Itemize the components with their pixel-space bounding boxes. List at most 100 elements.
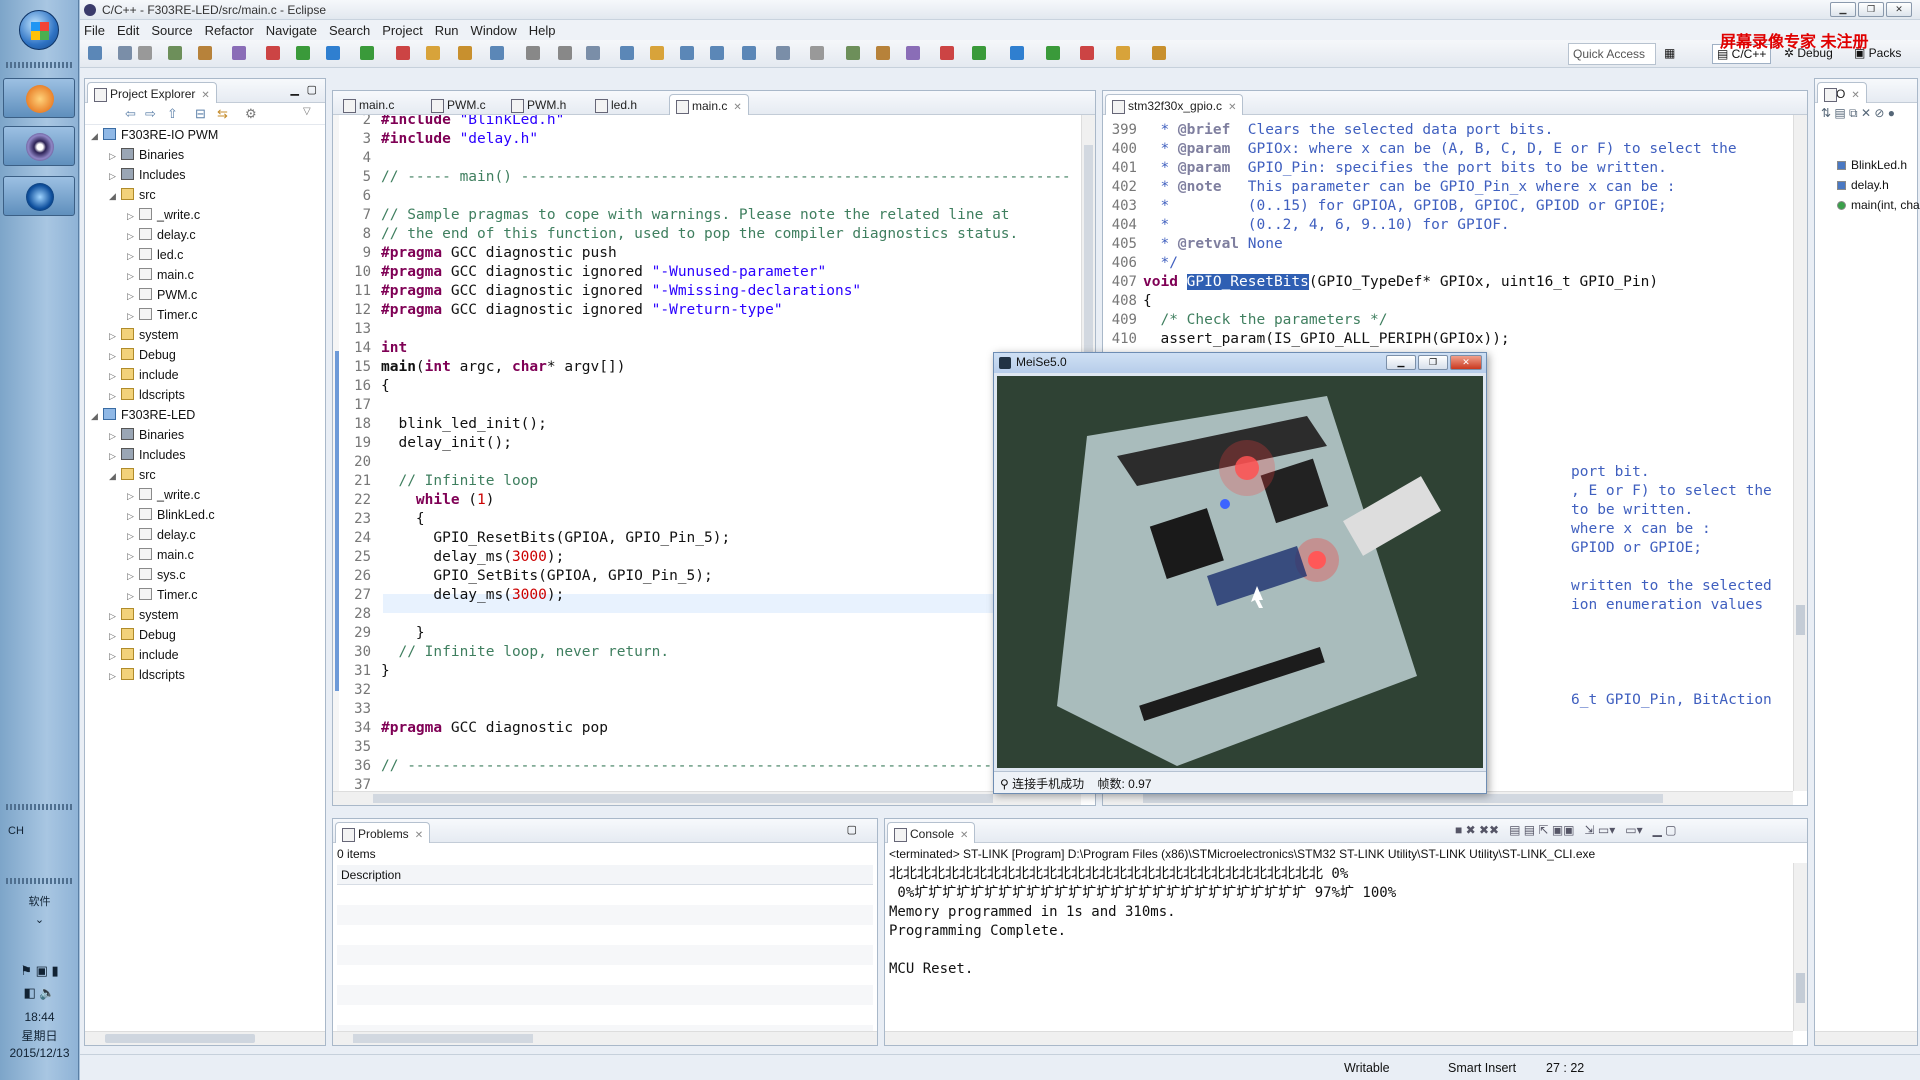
toolbar-button-icon[interactable] xyxy=(586,46,600,60)
code-line[interactable]: GPIO_SetBits(GPIOA, GPIO_Pin_5); xyxy=(381,567,712,586)
quick-access-input[interactable]: Quick Access xyxy=(1568,43,1656,65)
toolbar-button-icon[interactable] xyxy=(526,46,540,60)
code-area-left[interactable]: 2 #include "BlinkLed.h" 3 #include "delay.h… xyxy=(333,115,1095,791)
toolbar-button-icon[interactable] xyxy=(138,46,152,60)
code-line[interactable]: GPIO_ResetBits(GPIOA, GPIO_Pin_5); xyxy=(381,529,730,548)
minimize-view-icon[interactable]: ▁ xyxy=(291,83,299,96)
collapsed-arrow-icon[interactable]: ▷ xyxy=(109,366,121,386)
collapsed-arrow-icon[interactable]: ▷ xyxy=(127,526,139,546)
code-line[interactable]: * @retval None xyxy=(1143,235,1282,254)
code-line[interactable]: #pragma GCC diagnostic ignored "-Wunused… xyxy=(381,263,826,282)
toolbar-button-icon[interactable] xyxy=(710,46,724,60)
code-line-partial[interactable]: GPIOD or GPIOE; xyxy=(1571,539,1702,558)
toolbar-button-icon[interactable] xyxy=(650,46,664,60)
collapsed-arrow-icon[interactable]: ▷ xyxy=(127,306,139,326)
maximize-view-icon[interactable]: ▢ xyxy=(307,83,317,96)
toolbar-button-icon[interactable] xyxy=(972,46,986,60)
maximize-button[interactable]: ❐ xyxy=(1858,2,1884,17)
tree-item[interactable]: ▷ Timer.c xyxy=(127,585,198,605)
meise-window[interactable]: MeiSe5.0 ▁ ❐ ✕ ⚲ 连接手机成功 帧数: 0.97 xyxy=(993,352,1487,794)
back-arrow-icon[interactable]: ⇦ xyxy=(125,106,136,122)
toolbar-button-icon[interactable] xyxy=(742,46,756,60)
collapsed-arrow-icon[interactable]: ▷ xyxy=(127,486,139,506)
code-line[interactable]: // -------------------------------------… xyxy=(381,757,1071,776)
tree-item[interactable]: ▷ Debug xyxy=(109,345,176,365)
collapsed-arrow-icon[interactable]: ▷ xyxy=(127,586,139,606)
status-insert-mode[interactable]: Smart Insert xyxy=(1448,1061,1516,1075)
collapsed-arrow-icon[interactable]: ▷ xyxy=(127,226,139,246)
collapsed-arrow-icon[interactable]: ▷ xyxy=(109,346,121,366)
tree-item[interactable]: ▷ PWM.c xyxy=(127,285,197,305)
code-line[interactable]: #include "delay.h" xyxy=(381,130,538,149)
code-line-partial[interactable]: to be written. xyxy=(1571,501,1693,520)
expanded-arrow-icon[interactable]: ◢ xyxy=(91,406,103,426)
tree-item[interactable]: ▷ ldscripts xyxy=(109,385,185,405)
code-line[interactable]: * @param GPIOx: where x can be (A, B, C,… xyxy=(1143,140,1736,159)
tab-console[interactable]: Console ✕ xyxy=(887,822,976,843)
forward-arrow-icon[interactable]: ⇨ xyxy=(145,106,156,122)
open-perspective-icon[interactable]: ▦ xyxy=(1660,44,1680,64)
language-indicator[interactable]: CH xyxy=(0,825,79,837)
code-line[interactable]: #pragma GCC diagnostic ignored "-Wmissin… xyxy=(381,282,861,301)
tab-led-h[interactable]: led.h xyxy=(589,94,643,115)
tree-item[interactable]: ▷ led.c xyxy=(127,245,183,265)
code-line[interactable]: * @brief Clears the selected data port b… xyxy=(1143,121,1553,140)
tab-main-c[interactable]: main.c xyxy=(337,94,400,115)
editor-left-hscroll[interactable] xyxy=(333,791,1081,805)
chevron-down-icon[interactable]: ⌄ xyxy=(0,913,79,926)
code-line[interactable]: // Sample pragmas to cope with warnings.… xyxy=(381,206,1010,225)
tree-item[interactable]: ▷ delay.c xyxy=(127,525,196,545)
filter-icon[interactable]: ⚙ xyxy=(245,106,257,122)
code-line-partial[interactable]: , E or F) to select the xyxy=(1571,482,1772,501)
collapsed-arrow-icon[interactable]: ▷ xyxy=(127,566,139,586)
tree-item[interactable]: ◢ F303RE-IO PWM xyxy=(91,125,218,145)
toolbar-button-icon[interactable] xyxy=(1010,46,1024,60)
menu-run[interactable]: Run xyxy=(435,23,459,38)
code-line[interactable]: #pragma GCC diagnostic ignored "-Wreturn… xyxy=(381,301,783,320)
expanded-arrow-icon[interactable]: ◢ xyxy=(91,126,103,146)
console-hscroll[interactable] xyxy=(885,1031,1793,1045)
menu-file[interactable]: File xyxy=(84,23,105,38)
code-line[interactable]: } xyxy=(381,662,390,681)
collapsed-arrow-icon[interactable]: ▷ xyxy=(127,506,139,526)
link-editor-icon[interactable]: ⇆ xyxy=(217,106,228,122)
collapsed-arrow-icon[interactable]: ▷ xyxy=(109,446,121,466)
meise-close-button[interactable]: ✕ xyxy=(1450,355,1482,370)
tree-item[interactable]: ◢ src xyxy=(109,465,156,485)
collapsed-arrow-icon[interactable]: ▷ xyxy=(127,246,139,266)
console-output[interactable]: 北北北北北北北北北北北北北北北北北北北北北北北北北北北北北北北 0% 0%圹圹圹… xyxy=(885,865,1807,979)
code-line[interactable]: delay_ms(3000); xyxy=(381,586,564,605)
tree-item[interactable]: ▷ Includes xyxy=(109,445,186,465)
collapsed-arrow-icon[interactable]: ▷ xyxy=(109,426,121,446)
code-line[interactable]: int xyxy=(381,339,407,358)
code-line-partial[interactable]: 6_t GPIO_Pin, BitAction xyxy=(1571,691,1772,710)
explorer-hscroll[interactable] xyxy=(85,1031,325,1045)
view-menu-icon[interactable]: ▽ xyxy=(303,106,311,117)
tree-item[interactable]: ▷ system xyxy=(109,325,179,345)
code-line[interactable]: // Infinite loop xyxy=(381,472,538,491)
menu-help[interactable]: Help xyxy=(529,23,556,38)
taskbar-app-meise[interactable] xyxy=(3,176,75,216)
console-vscroll[interactable] xyxy=(1793,863,1807,1031)
tab-project-explorer[interactable]: Project Explorer ✕ xyxy=(87,82,217,103)
tree-item[interactable]: ◢ F303RE-LED xyxy=(91,405,195,425)
code-line[interactable]: #pragma GCC diagnostic pop xyxy=(381,719,608,738)
toolbar-button-icon[interactable] xyxy=(490,46,504,60)
code-line[interactable]: * (0..15) for GPIOA, GPIOB, GPIOC, GPIOD… xyxy=(1143,197,1666,216)
code-line[interactable]: #include "BlinkLed.h" xyxy=(381,115,564,130)
toolbar-button-icon[interactable] xyxy=(846,46,860,60)
code-line[interactable]: * (0..2, 4, 6, 9..10) for GPIOF. xyxy=(1143,216,1509,235)
toolbar-button-icon[interactable] xyxy=(326,46,340,60)
code-line[interactable]: #pragma GCC diagnostic push xyxy=(381,244,617,263)
collapsed-arrow-icon[interactable]: ▷ xyxy=(109,626,121,646)
code-line[interactable]: { xyxy=(381,377,390,396)
code-line[interactable]: /* Check the parameters */ xyxy=(1143,311,1387,330)
clock-time[interactable]: 18:44 xyxy=(0,1010,79,1024)
tray-icons-2[interactable]: ◧ 🔈 xyxy=(0,985,79,1001)
tree-item[interactable]: ▷ include xyxy=(109,645,179,665)
problems-column-description[interactable]: Description xyxy=(337,865,873,885)
toolbar-button-icon[interactable] xyxy=(198,46,212,60)
minimize-button[interactable]: ▁ xyxy=(1830,2,1856,17)
toolbar-button-icon[interactable] xyxy=(88,46,102,60)
collapsed-arrow-icon[interactable]: ▷ xyxy=(127,546,139,566)
